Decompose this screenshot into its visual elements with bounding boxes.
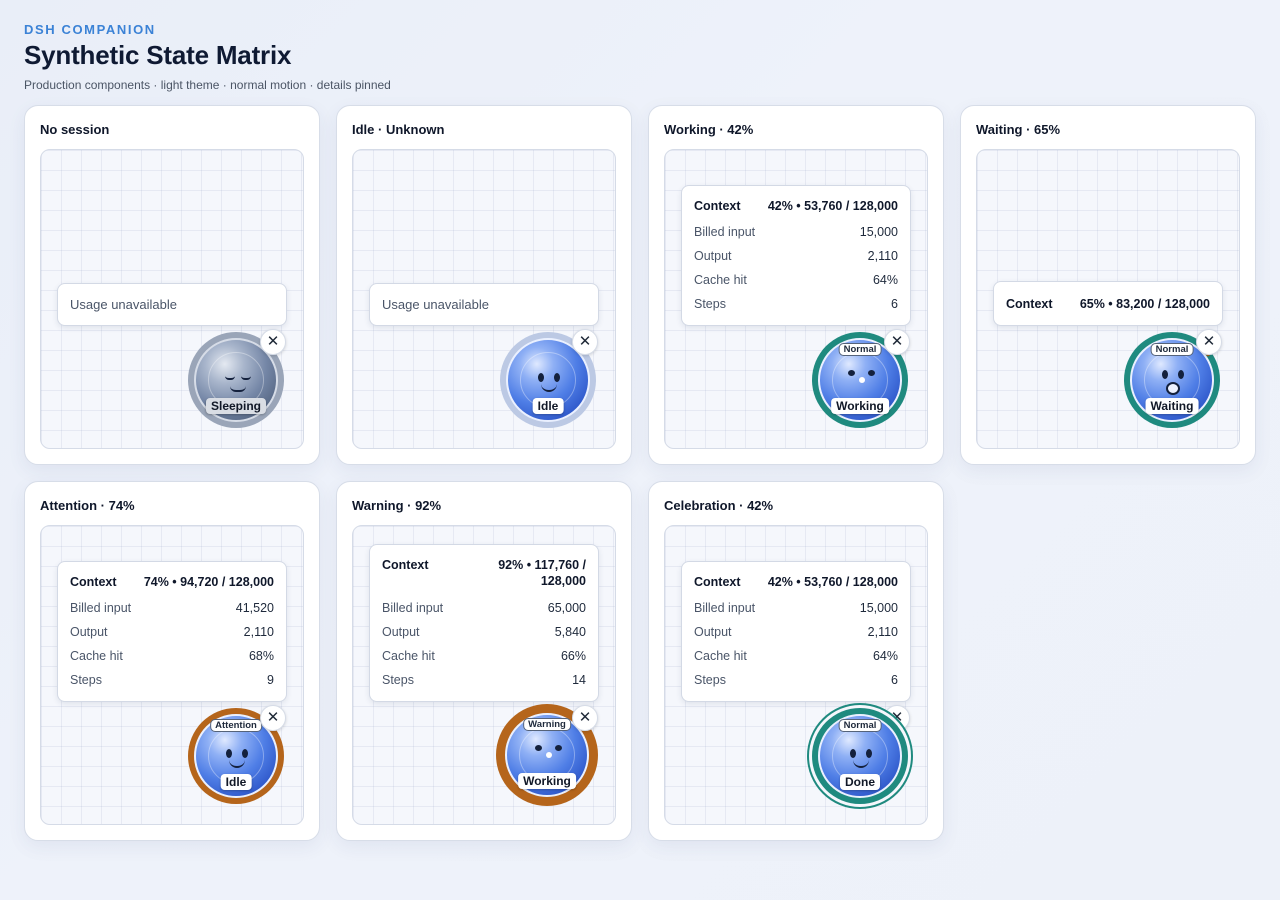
state-label: Waiting [1145,398,1199,414]
close-icon[interactable]: ✕ [572,705,598,731]
preview-stage: Context 65% • 83,200 / 128,000 Normal Wa… [976,149,1240,449]
state-card-waiting: Waiting · 65% Context 65% • 83,200 / 128… [960,105,1256,465]
steps-row: Steps 14 [382,673,586,687]
preview-stage: Context 92% • 117,760 / 128,000 Billed i… [352,525,616,825]
card-title: No session [40,122,110,137]
usage-details-panel: Context 42% • 53,760 / 128,000 Billed in… [681,185,911,326]
steps-value: 6 [891,297,898,311]
output-value: 5,840 [554,625,586,639]
context-panel: Context 65% • 83,200 / 128,000 [993,281,1223,326]
context-value: 42% • 53,760 / 128,000 [767,575,898,589]
usage-details-panel: Context 92% • 117,760 / 128,000 Billed i… [369,544,599,702]
preview-stage: Usage unavailable Sleeping ✕ [40,149,304,449]
state-card-celebration: Celebration · 42% Context 42% • 53,760 /… [648,481,944,841]
cache-hit-row: Cache hit 66% [382,649,586,663]
output-row: Output 2,110 [694,249,898,263]
close-icon[interactable]: ✕ [260,329,286,355]
cache-hit-row: Cache hit 64% [694,649,898,663]
card-title: Working · 42% [664,122,754,137]
output-value: 2,110 [243,625,274,639]
cache-hit-value: 68% [248,649,274,663]
close-icon[interactable]: ✕ [1196,329,1222,355]
context-label: Context [694,575,741,589]
steps-row: Steps 6 [694,297,898,311]
usage-details-panel: Context 74% • 94,720 / 128,000 Billed in… [57,561,287,702]
state-card-no-session: No session Usage unavailable Sleeping ✕ [24,105,320,465]
cache-hit-value: 64% [872,273,898,287]
card-title: Warning · 92% [352,498,442,513]
context-row: Context 42% • 53,760 / 128,000 [694,198,898,224]
state-card-warning: Warning · 92% Context 92% • 117,760 / 12… [336,481,632,841]
close-icon[interactable]: ✕ [260,705,286,731]
state-label: Done [840,774,880,790]
usage-unavailable-panel: Usage unavailable [57,283,287,326]
billed-input-value: 15,000 [859,225,898,239]
preview-stage: Context 42% • 53,760 / 128,000 Billed in… [664,525,928,825]
page-title: Synthetic State Matrix [24,40,292,70]
billed-input-row: Billed input 41,520 [70,601,274,615]
preview-stage: Usage unavailable Idle ✕ [352,149,616,449]
context-value: 65% • 83,200 / 128,000 [1079,296,1210,311]
context-label: Context [70,575,117,589]
context-row: Context 92% • 117,760 / 128,000 [382,557,586,600]
usage-level-badge: Normal [838,343,882,356]
output-value: 2,110 [867,625,898,639]
steps-row: Steps 6 [694,673,898,687]
card-title: Waiting · 65% [976,122,1061,137]
page-header: DSH COMPANION Synthetic State Matrix Pro… [24,22,391,92]
output-value: 2,110 [867,249,898,263]
context-value: 74% • 94,720 / 128,000 [143,575,274,589]
usage-level-badge: Warning [523,718,571,731]
usage-level-badge: Normal [1150,343,1194,356]
usage-unavailable-panel: Usage unavailable [369,283,599,326]
state-card-attention: Attention · 74% Context 74% • 94,720 / 1… [24,481,320,841]
context-value: 92% • 117,760 / 128,000 [498,558,586,588]
card-title: Celebration · 42% [664,498,774,513]
billed-input-value: 15,000 [859,601,898,615]
context-row: Context 74% • 94,720 / 128,000 [70,574,274,600]
card-title: Idle · Unknown [352,122,445,137]
state-label: Idle [532,398,564,414]
state-label: Working [518,773,576,789]
steps-row: Steps 9 [70,673,274,687]
billed-input-value: 41,520 [235,601,274,615]
state-card-idle: Idle · Unknown Usage unavailable Idle ✕ [336,105,632,465]
cache-hit-value: 66% [560,649,586,663]
context-value: 42% • 53,760 / 128,000 [767,199,898,213]
context-label: Context [694,199,741,213]
cache-hit-row: Cache hit 68% [70,649,274,663]
cache-hit-value: 64% [872,649,898,663]
state-label: Sleeping [205,398,267,414]
app-eyebrow: DSH COMPANION [24,22,156,37]
steps-value: 9 [267,673,274,687]
billed-input-row: Billed input 65,000 [382,601,586,615]
context-row: Context 42% • 53,760 / 128,000 [694,574,898,600]
output-row: Output 5,840 [382,625,586,639]
companion-avatar[interactable]: Normal Done [812,708,908,804]
output-row: Output 2,110 [694,625,898,639]
billed-input-row: Billed input 15,000 [694,225,898,239]
cache-hit-row: Cache hit 64% [694,273,898,287]
usage-details-panel: Context 42% • 53,760 / 128,000 Billed in… [681,561,911,702]
context-label: Context [1006,296,1053,311]
steps-value: 6 [891,673,898,687]
preview-stage: Context 42% • 53,760 / 128,000 Billed in… [664,149,928,449]
usage-level-badge: Normal [838,719,882,732]
billed-input-row: Billed input 15,000 [694,601,898,615]
usage-level-badge: Attention [210,719,262,732]
state-label: Working [831,398,889,414]
preview-stage: Context 74% • 94,720 / 128,000 Billed in… [40,525,304,825]
billed-input-value: 65,000 [547,601,586,615]
close-icon[interactable]: ✕ [572,329,598,355]
page-subtitle: Production components · light theme · no… [24,78,391,92]
context-label: Context [382,558,429,572]
state-card-working: Working · 42% Context 42% • 53,760 / 128… [648,105,944,465]
card-title: Attention · 74% [40,498,135,513]
close-icon[interactable]: ✕ [884,329,910,355]
output-row: Output 2,110 [70,625,274,639]
steps-value: 14 [572,673,586,687]
state-label: Idle [220,774,252,790]
